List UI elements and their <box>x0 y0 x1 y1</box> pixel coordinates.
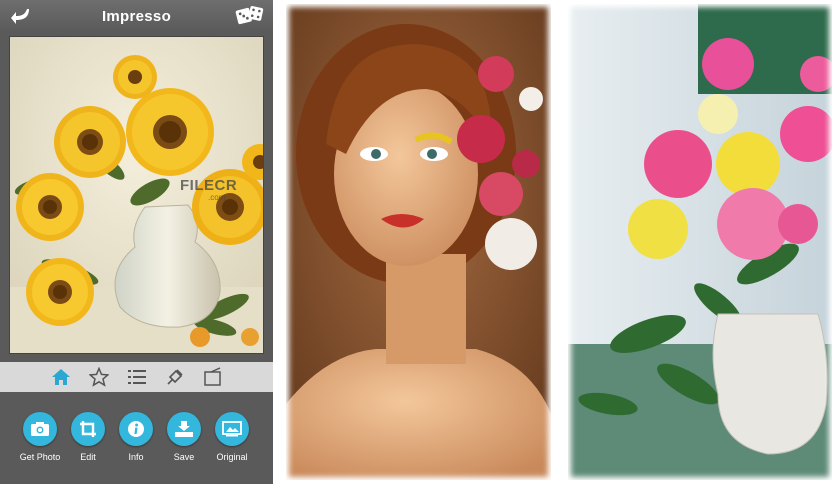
watermark-subtext: .com <box>208 193 226 202</box>
roses-painting <box>568 4 832 480</box>
app-title: Impresso <box>101 7 172 25</box>
original-button[interactable]: Original <box>208 412 256 462</box>
home-icon[interactable] <box>50 366 72 388</box>
info-label: Info <box>128 452 144 462</box>
star-icon[interactable] <box>88 366 110 388</box>
impresso-app: Impresso FILECR .com Get Photo Edit Info… <box>0 0 273 484</box>
get-photo-button[interactable]: Get Photo <box>16 412 64 462</box>
dice-icon[interactable] <box>235 4 265 28</box>
save-label: Save <box>173 452 195 462</box>
brush-icon[interactable] <box>164 366 186 388</box>
camera-icon <box>23 412 57 446</box>
get-photo-label: Get Photo <box>19 452 61 462</box>
info-button[interactable]: Info <box>112 412 160 462</box>
crop-icon <box>71 412 105 446</box>
painting-canvas[interactable]: FILECR .com <box>9 36 264 354</box>
action-bar: Get Photo Edit Info Save Original <box>0 392 273 484</box>
original-image-icon <box>215 412 249 446</box>
title-bar: Impresso <box>0 0 273 32</box>
tab-bar <box>0 362 273 392</box>
info-icon <box>119 412 153 446</box>
watermark-text: FILECR <box>180 177 238 194</box>
canvas-icon[interactable] <box>202 366 224 388</box>
back-arrow-icon[interactable] <box>8 5 34 27</box>
sunflower-painting <box>10 37 263 353</box>
save-icon <box>167 412 201 446</box>
app-screenshot: Impresso FILECR .com Get Photo Edit Info… <box>0 0 836 484</box>
edit-label: Edit <box>80 452 96 462</box>
save-button[interactable]: Save <box>160 412 208 462</box>
portrait-painting <box>286 4 551 480</box>
list-icon[interactable] <box>126 366 148 388</box>
edit-button[interactable]: Edit <box>64 412 112 462</box>
original-label: Original <box>216 452 248 462</box>
